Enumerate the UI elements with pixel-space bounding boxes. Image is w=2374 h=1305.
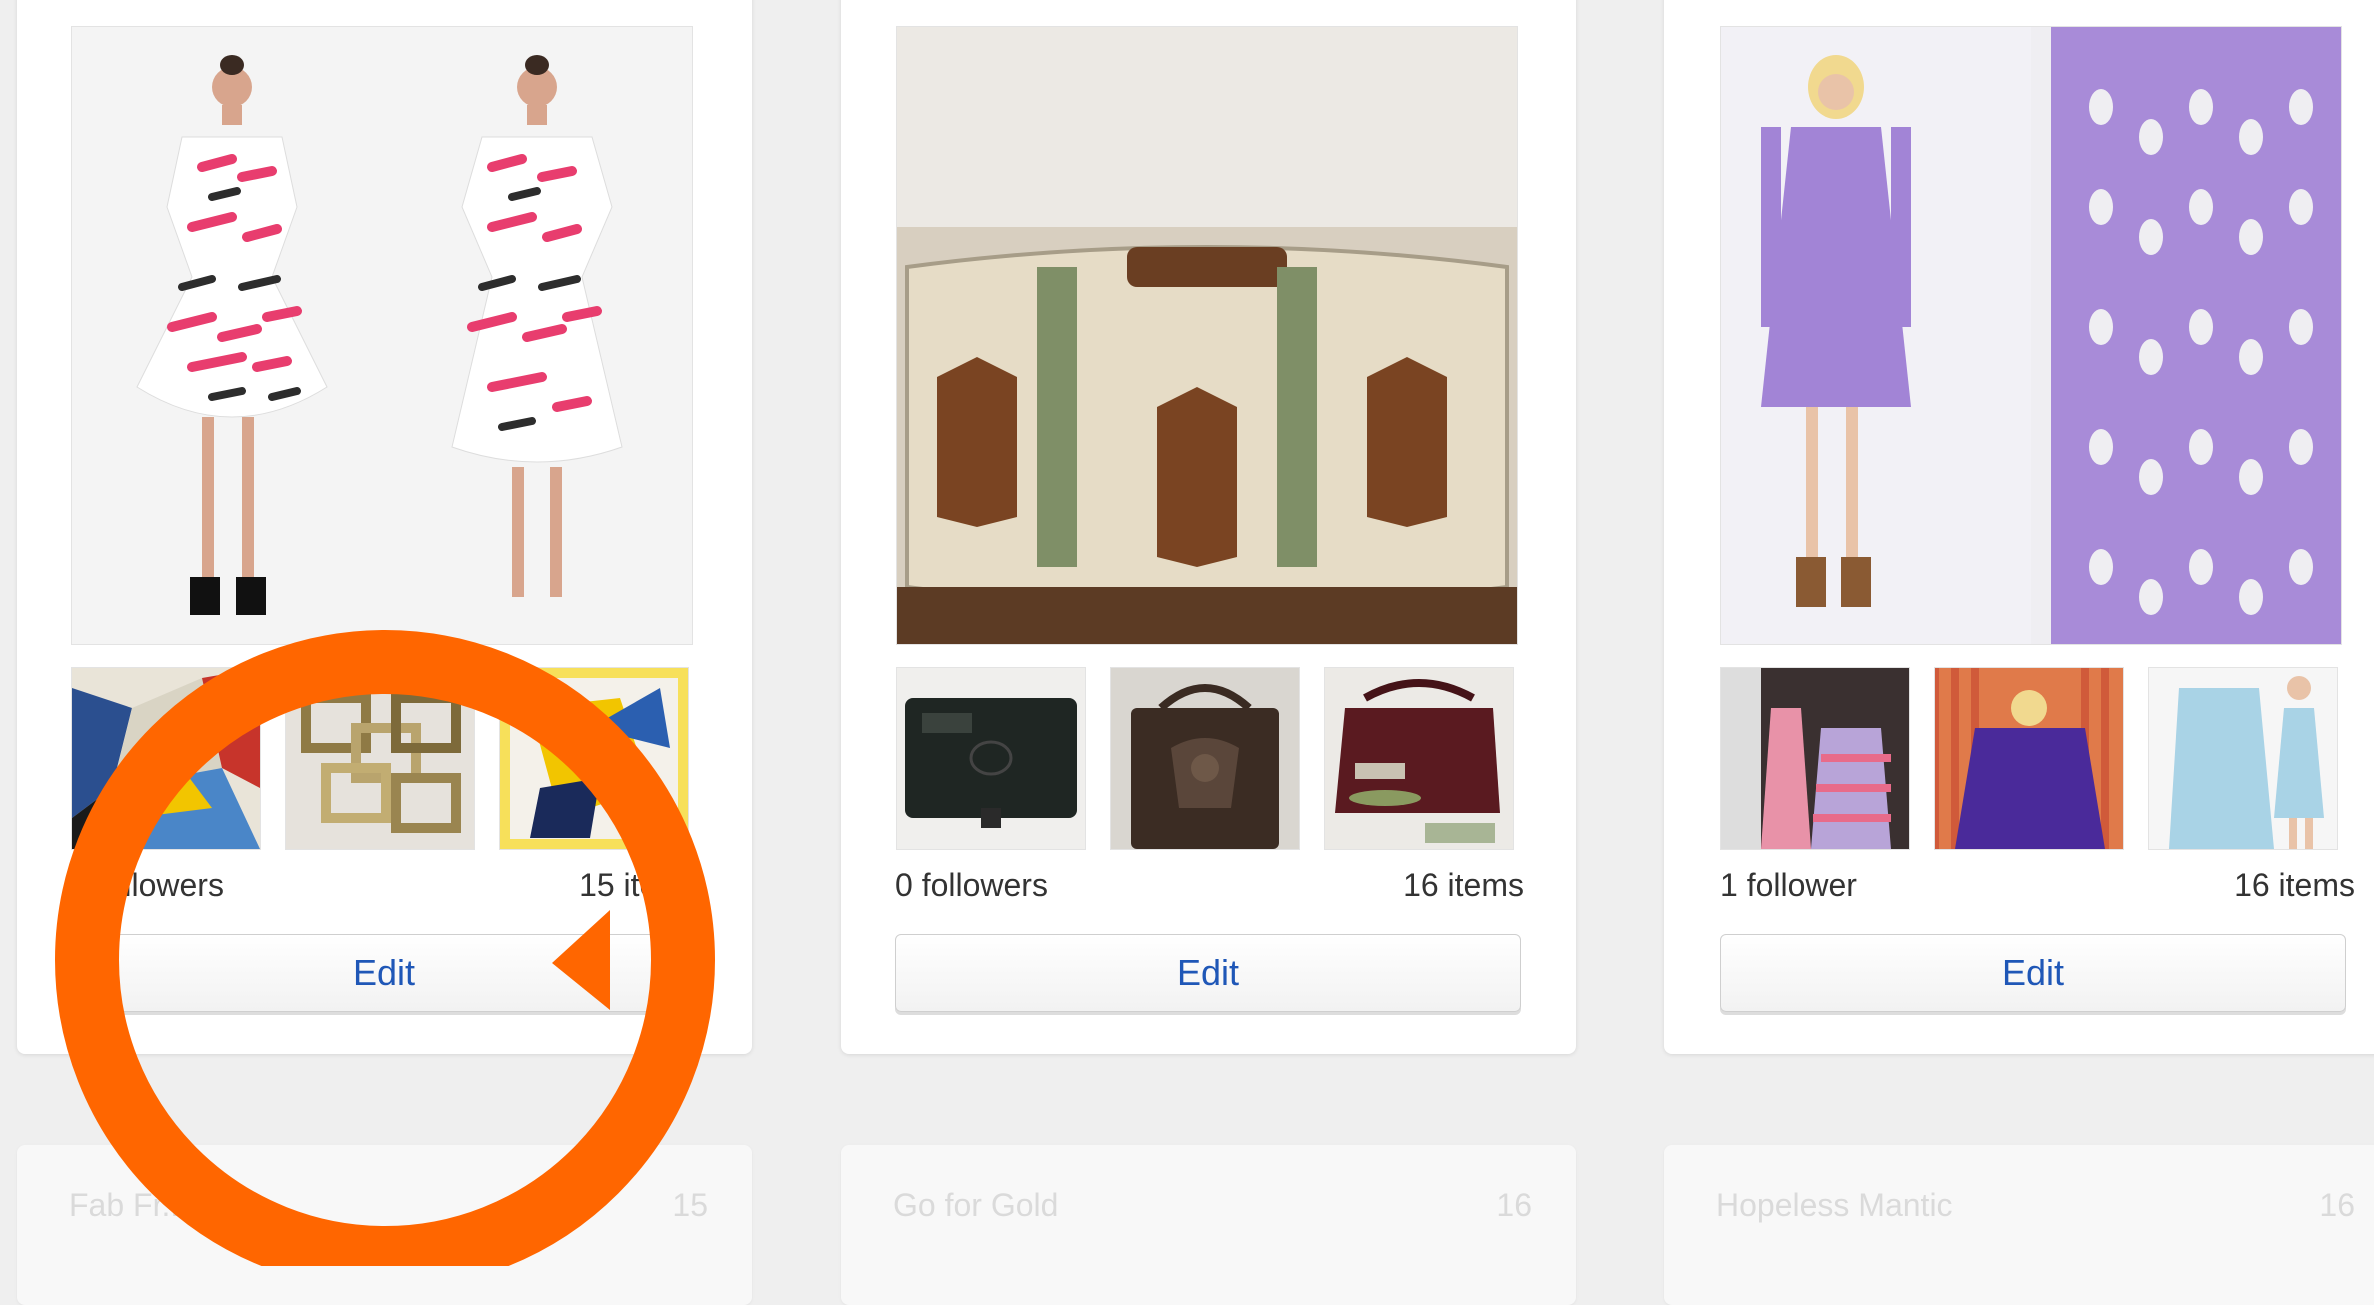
collection-card-5[interactable]: Go for Gold 16 xyxy=(841,1145,1576,1305)
collection-main-image[interactable] xyxy=(71,26,693,645)
collection-count: 15 xyxy=(672,1187,708,1223)
collection-thumb-3[interactable] xyxy=(2148,667,2338,850)
collection-card-4[interactable]: Fab Fr... 15 xyxy=(17,1145,752,1305)
collection-count: 16 xyxy=(2319,1187,2355,1223)
collection-title: Hopeless Mantic xyxy=(1716,1187,1953,1223)
collection-title: Fab Fr... xyxy=(69,1187,189,1223)
collection-thumb-2[interactable] xyxy=(1110,667,1300,850)
collection-count: 16 xyxy=(1496,1187,1532,1223)
collection-thumb-2[interactable] xyxy=(285,667,475,850)
collection-card-2: 0 followers 16 items Edit xyxy=(841,0,1576,1054)
collection-main-image[interactable] xyxy=(896,26,1518,645)
collection-thumb-2[interactable] xyxy=(1934,667,2124,850)
items-count: 16 items xyxy=(2234,867,2355,903)
collection-stats: 1 follower 16 items xyxy=(1720,867,2355,907)
followers-count: 0 followers xyxy=(895,867,1048,903)
collection-stats: 0 followers 15 items xyxy=(71,867,700,907)
collection-stats: 0 followers 16 items xyxy=(895,867,1524,907)
collection-thumb-3[interactable] xyxy=(1324,667,1514,850)
collection-card-3: 1 follower 16 items Edit xyxy=(1664,0,2374,1054)
collection-main-image[interactable] xyxy=(1720,26,2342,645)
collection-thumb-1[interactable] xyxy=(896,667,1086,850)
collection-thumb-3[interactable] xyxy=(499,667,689,850)
items-count: 16 items xyxy=(1403,867,1524,903)
collection-card-6[interactable]: Hopeless Mantic 16 xyxy=(1664,1145,2374,1305)
collection-thumb-1[interactable] xyxy=(1720,667,1910,850)
items-count: 15 items xyxy=(579,867,700,903)
edit-button[interactable]: Edit xyxy=(1720,934,2346,1012)
followers-count: 0 followers xyxy=(71,867,224,903)
edit-button[interactable]: Edit xyxy=(71,934,697,1012)
collection-card-1: 0 followers 15 items Edit xyxy=(17,0,752,1054)
edit-button[interactable]: Edit xyxy=(895,934,1521,1012)
followers-count: 1 follower xyxy=(1720,867,1857,903)
collection-thumb-1[interactable] xyxy=(71,667,261,850)
collection-title: Go for Gold xyxy=(893,1187,1059,1223)
